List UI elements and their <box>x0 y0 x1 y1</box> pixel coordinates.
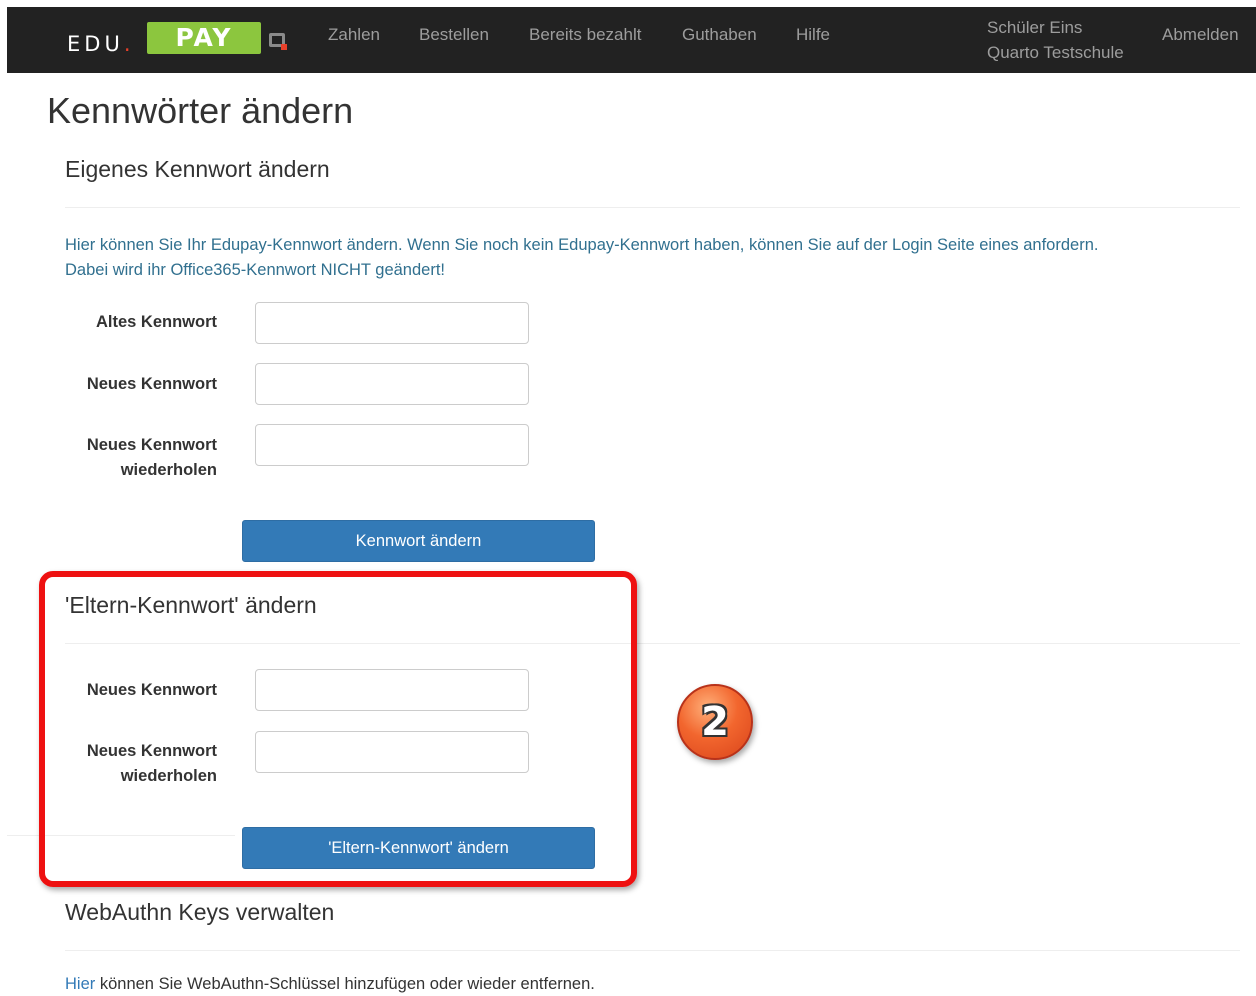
nav-link-guthaben[interactable]: Guthaben <box>682 25 757 45</box>
logo-edu-text: EDU. <box>67 32 135 56</box>
logout-link[interactable]: Abmelden <box>1162 25 1239 45</box>
nav-link-bereits-bezahlt[interactable]: Bereits bezahlt <box>529 25 641 45</box>
highlight-annotation-box <box>39 571 637 887</box>
page-title: Kennwörter ändern <box>47 90 354 131</box>
webauthn-info: Hier können Sie WebAuthn-Schlüssel hinzu… <box>65 975 595 994</box>
change-password-button[interactable]: Kennwort ändern <box>242 520 595 562</box>
new-password-label: Neues Kennwort <box>86 375 217 393</box>
nav-link-zahlen[interactable]: Zahlen <box>328 25 380 45</box>
step-number-badge: 2 <box>677 684 753 760</box>
repeat-label-line-2: wiederholen <box>120 461 217 479</box>
own-password-info: Hier können Sie Ihr Edupay-Kennwort ände… <box>65 233 1225 283</box>
webauthn-link[interactable]: Hier <box>65 975 95 993</box>
old-password-input[interactable] <box>255 302 529 344</box>
nav-link-hilfe[interactable]: Hilfe <box>796 25 830 45</box>
school-name: Quarto Testschule <box>987 43 1124 62</box>
user-name: Schüler Eins <box>987 18 1083 37</box>
logo-pay-text: PAY <box>147 22 261 54</box>
own-password-title: Eigenes Kennwort ändern <box>65 156 330 182</box>
nav-link-bestellen[interactable]: Bestellen <box>419 25 489 45</box>
navbar: EDU. PAY Zahlen Bestellen Bereits bezahl… <box>7 7 1256 73</box>
info-line-2: Dabei wird ihr Office365-Kennwort NICHT … <box>65 261 445 279</box>
webauthn-title: WebAuthn Keys verwalten <box>65 899 335 925</box>
info-line-1: Hier können Sie Ihr Edupay-Kennwort ände… <box>65 236 1099 254</box>
repeat-label-line-1: Neues Kennwort <box>86 436 217 454</box>
divider <box>65 207 1240 208</box>
quarto-logo-icon <box>269 33 287 50</box>
new-password-input[interactable] <box>255 363 529 405</box>
user-info[interactable]: Schüler Eins Quarto Testschule <box>987 15 1124 65</box>
webauthn-text: können Sie WebAuthn-Schlüssel hinzufügen… <box>95 975 595 993</box>
repeat-password-label: Neues Kennwort wiederholen <box>47 433 217 483</box>
divider <box>65 950 1240 951</box>
repeat-password-input[interactable] <box>255 424 529 466</box>
old-password-label: Altes Kennwort <box>95 313 217 331</box>
